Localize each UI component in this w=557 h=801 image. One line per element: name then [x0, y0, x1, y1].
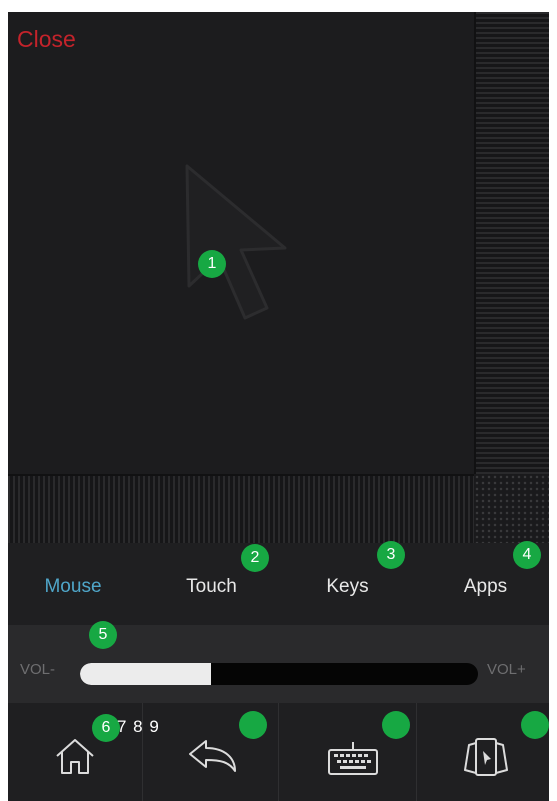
- annotation-badge-1: 1: [198, 250, 226, 278]
- annotation-label-789: 7 8 9: [117, 717, 160, 736]
- bottom-nav: [8, 703, 549, 801]
- home-icon: [56, 739, 94, 774]
- close-button[interactable]: Close: [17, 26, 76, 53]
- annotation-badge-2: 2: [241, 544, 269, 572]
- touchpad-area[interactable]: Close: [8, 12, 474, 474]
- annotation-badge-6: 6: [92, 714, 120, 742]
- tab-keys[interactable]: Keys: [280, 567, 415, 607]
- annotation-badge-4: 4: [513, 541, 541, 569]
- back-arrow-icon: [189, 740, 236, 772]
- annotation-badge-8: [382, 711, 410, 739]
- volume-slider[interactable]: [80, 663, 478, 685]
- annotation-badge-9: [521, 711, 549, 739]
- mode-tabs: Mouse Touch Keys Apps: [8, 543, 549, 625]
- volume-slider-fill: [80, 663, 212, 685]
- annotation-badge-5: 5: [89, 621, 117, 649]
- app-cards-icon: [464, 738, 508, 776]
- horizontal-scroll-strip[interactable]: [8, 474, 474, 543]
- vertical-scroll-strip[interactable]: [474, 12, 549, 474]
- mouse-pointer-icon: [185, 164, 287, 320]
- keyboard-icon: [328, 742, 378, 775]
- volume-down-label[interactable]: VOL-: [20, 661, 55, 678]
- tab-mouse[interactable]: Mouse: [8, 567, 138, 607]
- volume-up-label[interactable]: VOL+: [487, 661, 526, 678]
- annotation-badge-3: 3: [377, 541, 405, 569]
- tab-apps[interactable]: Apps: [418, 567, 549, 607]
- remote-control-screen: Close Mouse Touch Keys Apps VOL- VOL+ 1 …: [8, 12, 549, 801]
- tab-touch[interactable]: Touch: [144, 567, 279, 607]
- annotation-badge-7: [239, 711, 267, 739]
- scroll-corner: [474, 474, 549, 543]
